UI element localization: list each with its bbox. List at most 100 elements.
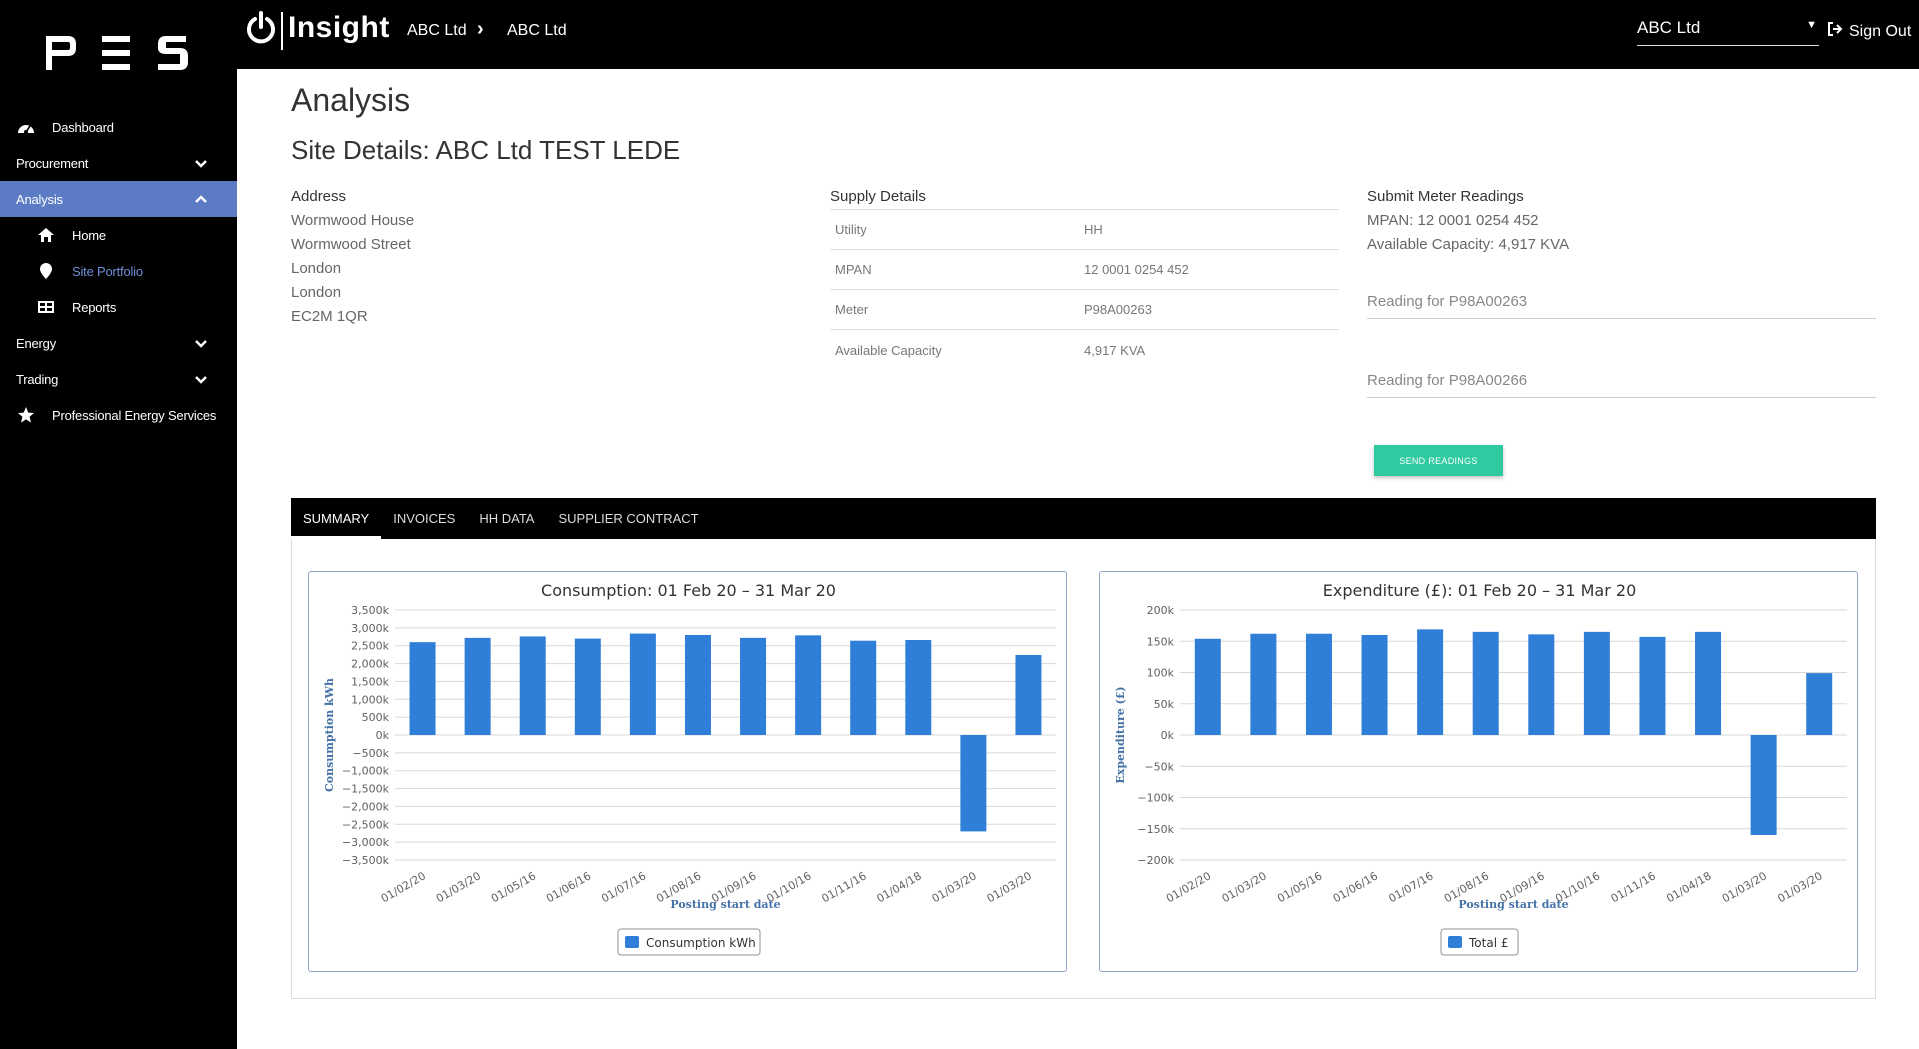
sidebar-item-home[interactable]: Home — [0, 217, 237, 253]
chart-title: Consumption: 01 Feb 20 – 31 Mar 20 — [541, 581, 836, 600]
y-tick-label: 2,500k — [351, 640, 389, 653]
map-pin-icon — [36, 262, 56, 280]
send-readings-button[interactable]: SEND READINGS — [1374, 445, 1503, 476]
sidebar-item-professional-energy-services[interactable]: Professional Energy Services — [0, 397, 237, 433]
sidebar: Dashboard Procurement Analysis Home Site… — [0, 0, 237, 1049]
x-tick-label: 01/07/16 — [1386, 869, 1435, 905]
chevron-down-icon — [195, 337, 207, 352]
sidebar-item-label: Procurement — [16, 155, 89, 171]
sign-out-label: Sign Out — [1849, 22, 1912, 40]
sign-out-link[interactable]: Sign Out — [1827, 22, 1911, 41]
y-tick-label: −3,500k — [342, 854, 390, 867]
bar — [1194, 638, 1221, 735]
tab-invoices[interactable]: INVOICES — [381, 498, 467, 539]
supply-title: Supply Details — [830, 188, 926, 205]
y-tick-label: 50k — [1154, 698, 1175, 711]
address-line: Wormwood House — [291, 212, 415, 229]
chevron-down-icon — [195, 373, 207, 388]
y-tick-label: 500k — [362, 711, 390, 724]
table-row: Utility HH — [830, 210, 1339, 250]
site-title: Site Details: ABC Ltd TEST LEDE — [291, 135, 681, 165]
bar — [574, 638, 601, 735]
bar — [1361, 635, 1388, 735]
supply-value: 12 0001 0254 452 — [1084, 262, 1189, 277]
y-tick-label: −1,500k — [342, 783, 390, 796]
y-tick-label: −200k — [1137, 854, 1174, 867]
x-tick-label: 01/03/20 — [1720, 869, 1769, 905]
sidebar-item-label: Energy — [16, 335, 56, 351]
x-tick-label: 01/05/16 — [489, 869, 538, 905]
x-tick-label: 01/03/20 — [985, 869, 1034, 905]
bar — [850, 640, 877, 735]
sidebar-item-label: Home — [72, 227, 106, 243]
bar — [1583, 631, 1610, 735]
supply-table: Utility HH MPAN 12 0001 0254 452 Meter P… — [830, 209, 1339, 370]
y-tick-label: −1,000k — [342, 765, 390, 778]
bar — [1015, 655, 1042, 735]
y-tick-label: −500k — [352, 747, 389, 760]
star-icon — [16, 406, 36, 424]
x-tick-label: 01/06/16 — [1331, 869, 1380, 905]
sidebar-item-energy[interactable]: Energy — [0, 325, 237, 361]
consumption-chart-svg: Consumption: 01 Feb 20 – 31 Mar 20 3,500k… — [323, 581, 1056, 956]
y-tick-label: 0k — [1161, 729, 1175, 742]
address-line: London — [291, 260, 342, 277]
bar — [905, 640, 932, 735]
tab-summary[interactable]: SUMMARY — [291, 498, 382, 539]
home-icon — [36, 226, 56, 244]
x-tick-label: 01/02/20 — [1164, 869, 1213, 905]
legend-label: Consumption kWh — [646, 936, 756, 950]
y-tick-label: 150k — [1147, 635, 1175, 648]
legend-swatch — [625, 936, 639, 948]
address-title: Address — [291, 188, 347, 205]
x-tick-label: 01/04/18 — [875, 869, 924, 905]
supply-label: Meter — [835, 302, 869, 317]
sidebar-item-trading[interactable]: Trading — [0, 361, 237, 397]
tab-supplier-contract[interactable]: SUPPLIER CONTRACT — [546, 498, 710, 539]
supply-label: Utility — [835, 222, 867, 237]
sidebar-item-procurement[interactable]: Procurement — [0, 145, 237, 181]
tab-hh-data[interactable]: HH DATA — [467, 498, 546, 539]
table-row: Meter P98A00263 — [830, 290, 1339, 330]
table-row: Available Capacity 4,917 KVA — [830, 330, 1339, 370]
address-line: Wormwood Street — [291, 236, 411, 253]
sidebar-item-site-portfolio[interactable]: Site Portfolio — [0, 253, 237, 289]
legend-label: Total £ — [1468, 936, 1508, 950]
bar — [1528, 634, 1555, 735]
supply-value: 4,917 KVA — [1084, 342, 1146, 358]
bar — [629, 633, 656, 735]
x-tick-label: 01/11/16 — [1609, 869, 1658, 905]
bar — [464, 637, 491, 735]
x-axis-title: Posting start date — [1458, 898, 1568, 911]
meter-capacity: Available Capacity: 4,917 KVA — [1367, 236, 1570, 253]
meter-mpan: MPAN: 12 0001 0254 452 — [1367, 212, 1539, 229]
y-tick-label: 3,000k — [351, 622, 389, 635]
main-content: Analysis Site Details: ABC Ltd TEST LEDE… — [237, 69, 1919, 1049]
app-name: Insight — [288, 11, 390, 44]
supply-label: MPAN — [835, 262, 872, 277]
expenditure-chart-svg: Expenditure (£): 01 Feb 20 – 31 Mar 20 20… — [1114, 581, 1847, 956]
reading-input-p98a00266[interactable] — [1367, 364, 1876, 398]
chart-title: Expenditure (£): 01 Feb 20 – 31 Mar 20 — [1323, 581, 1637, 600]
chevron-right-icon: › — [477, 18, 484, 40]
address-line: London — [291, 284, 342, 301]
breadcrumb-item[interactable]: ABC Ltd — [507, 22, 567, 40]
bar — [409, 642, 436, 735]
sidebar-item-analysis[interactable]: Analysis — [0, 181, 237, 217]
company-select-value: ABC Ltd — [1637, 18, 1701, 37]
breadcrumb-item[interactable]: ABC Ltd — [407, 22, 467, 40]
bar — [1750, 735, 1777, 835]
bar — [1250, 633, 1277, 735]
sidebar-item-dashboard[interactable]: Dashboard — [0, 109, 237, 145]
x-tick-label: 01/04/18 — [1664, 869, 1713, 905]
sidebar-item-label: Reports — [72, 299, 117, 315]
bar — [1305, 633, 1332, 735]
supply-value: P98A00263 — [1084, 302, 1152, 317]
y-axis-title: Expenditure (£) — [1114, 686, 1127, 783]
chevron-up-icon — [195, 193, 207, 208]
company-select[interactable]: ABC Ltd ▼ — [1637, 14, 1819, 46]
sidebar-item-reports[interactable]: Reports — [0, 289, 237, 325]
reading-input-p98a00263[interactable] — [1367, 285, 1876, 319]
x-tick-label: 01/03/20 — [434, 869, 483, 905]
y-tick-label: −100k — [1137, 792, 1174, 805]
